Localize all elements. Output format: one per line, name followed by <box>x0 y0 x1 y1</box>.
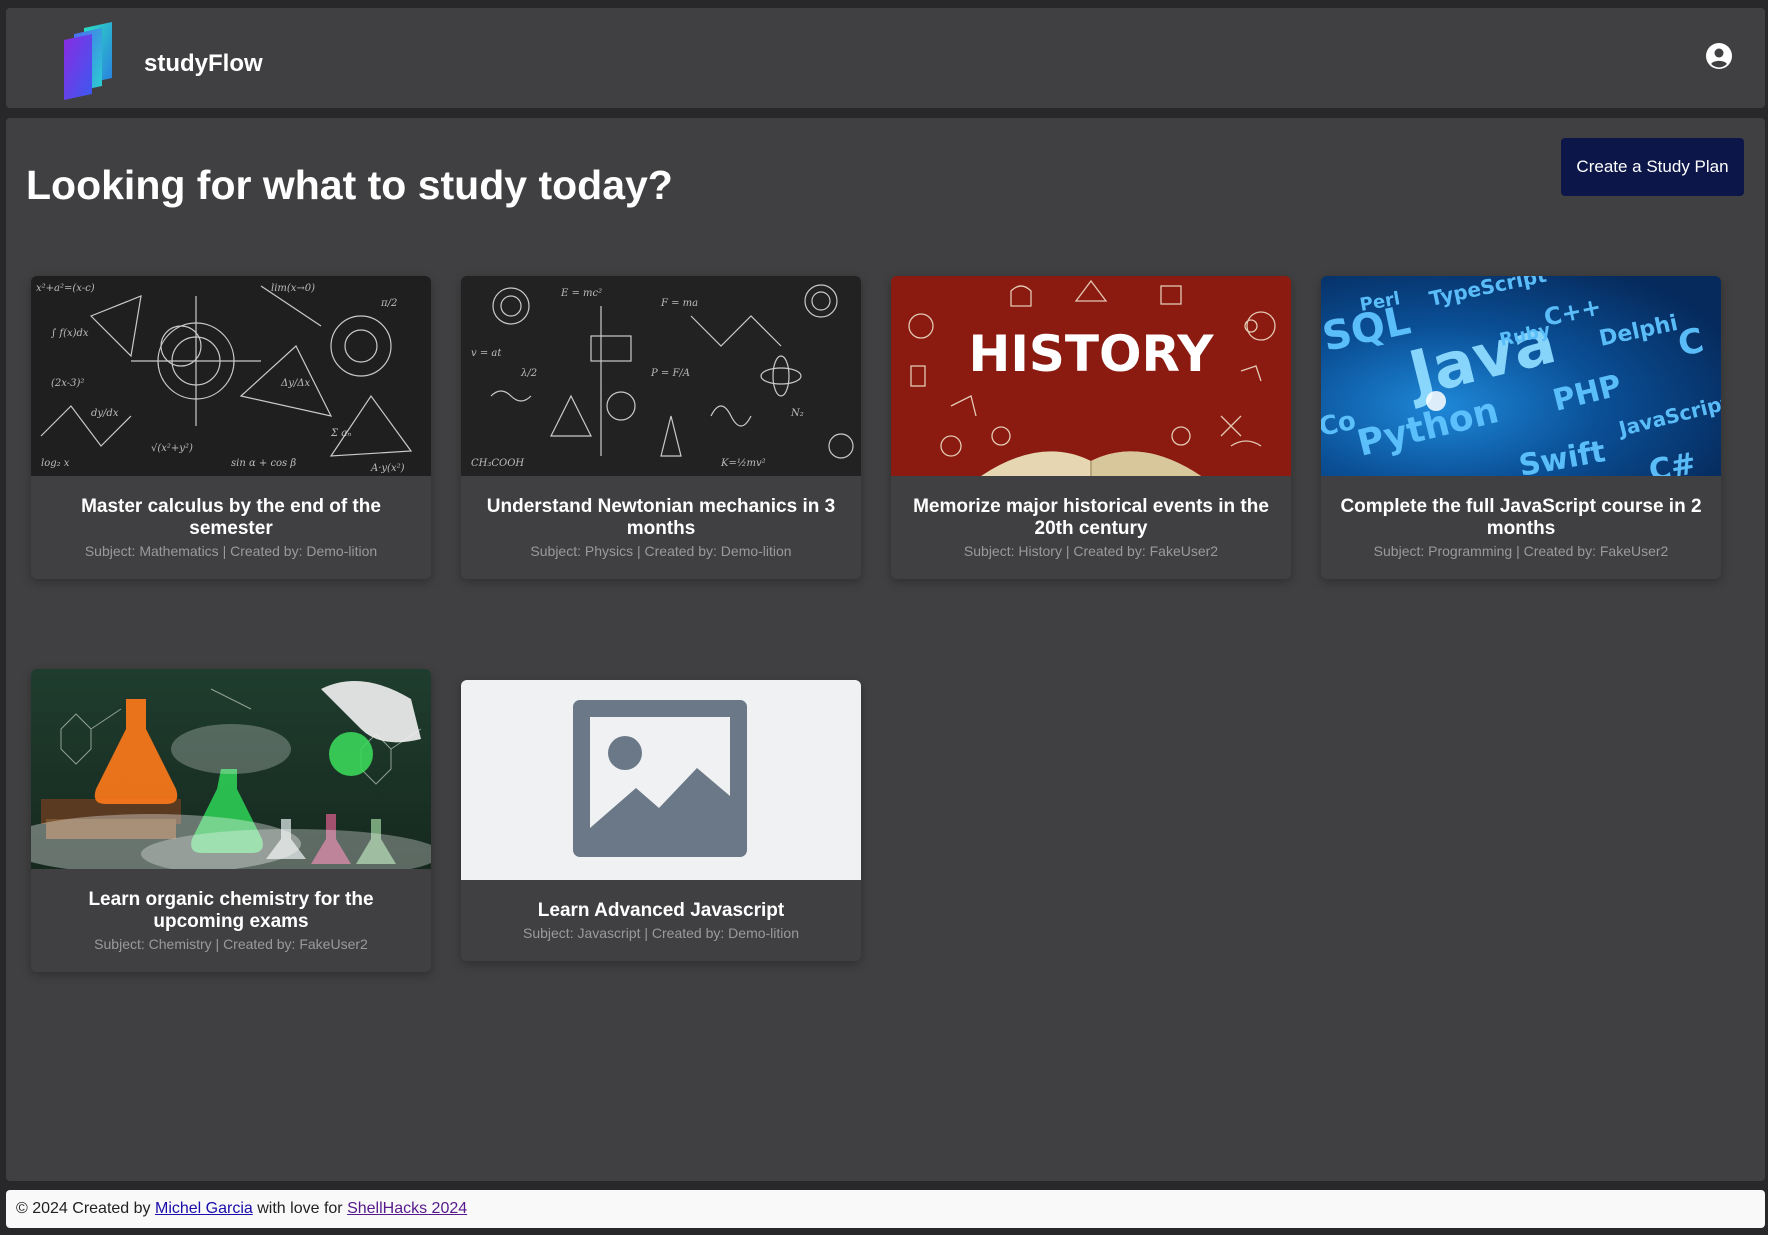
svg-text:π/2: π/2 <box>380 298 397 309</box>
footer: © 2024 Created by Michel Garcia with lov… <box>6 1190 1765 1228</box>
chemistry-flasks-smoke-image <box>31 669 431 869</box>
svg-text:λ/2: λ/2 <box>520 368 537 379</box>
book-logo-icon[interactable] <box>62 22 124 102</box>
svg-text:N₂: N₂ <box>790 408 804 419</box>
card-meta: Subject: History | Created by: FakeUser2 <box>963 543 1219 559</box>
svg-text:K=½mv²: K=½mv² <box>720 458 766 469</box>
study-plan-card[interactable]: Learn Advanced Javascript Subject: Javas… <box>461 680 861 961</box>
programming-languages-blue-image: SQL Java Python PHP Perl TypeScript C++ … <box>1321 276 1721 476</box>
study-plan-card[interactable]: SQL Java Python PHP Perl TypeScript C++ … <box>1321 276 1721 579</box>
svg-text:v = at: v = at <box>471 348 502 359</box>
image-placeholder-icon <box>461 680 861 880</box>
card-meta: Subject: Programming | Created by: FakeU… <box>1373 543 1669 559</box>
study-plan-card[interactable]: Learn organic chemistry for the upcoming… <box>31 669 431 972</box>
footer-middle: with love for <box>252 1200 348 1217</box>
svg-text:sin α + cos β: sin α + cos β <box>231 458 296 469</box>
svg-text:A·y(x²): A·y(x²) <box>370 463 405 474</box>
footer-text: © 2024 Created by Michel Garcia with lov… <box>16 1200 467 1218</box>
user-circle-icon[interactable] <box>1706 43 1732 69</box>
card-title: Memorize major historical events in the … <box>913 496 1269 539</box>
svg-text:Δy/Δx: Δy/Δx <box>280 378 310 389</box>
top-header: studyFlow <box>6 8 1765 108</box>
study-plan-card[interactable]: E = mc² F = ma v = at P = F/A K=½mv² CH₃COOH… <box>461 276 861 579</box>
footer-prefix: © 2024 Created by <box>16 1200 155 1217</box>
svg-text:CH₃COOH: CH₃COOH <box>471 458 524 469</box>
svg-text:(2x-3)²: (2x-3)² <box>51 378 84 389</box>
card-meta: Subject: Physics | Created by: Demo-liti… <box>530 543 792 559</box>
card-title: Understand Newtonian mechanics in 3 mont… <box>486 496 836 539</box>
card-title: Learn Advanced Javascript <box>537 900 785 921</box>
svg-text:Σ aₙ: Σ aₙ <box>330 428 351 439</box>
card-title: Complete the full JavaScript course in 2… <box>1340 496 1702 539</box>
card-meta: Subject: Javascript | Created by: Demo-l… <box>523 925 799 941</box>
card-title: Master calculus by the end of the semest… <box>81 496 381 539</box>
study-plan-card[interactable]: x²+a²=(x-c) lim(x→0) ∫ f(x)dx Δy/Δx (2x-3)²… <box>31 276 431 579</box>
author-link[interactable]: Michel Garcia <box>155 1200 253 1217</box>
study-plan-card[interactable]: HISTORY Memorize major historical events… <box>891 276 1291 579</box>
svg-text:dy/dx: dy/dx <box>91 408 119 419</box>
history-banner-book-image: HISTORY <box>891 276 1291 476</box>
event-link[interactable]: ShellHacks 2024 <box>347 1200 467 1217</box>
svg-text:P = F/A: P = F/A <box>650 368 690 379</box>
page-title: Looking for what to study today? <box>26 162 673 208</box>
svg-text:F = ma: F = ma <box>660 298 698 309</box>
svg-text:∫ f(x)dx: ∫ f(x)dx <box>51 328 89 339</box>
svg-text:E = mc²: E = mc² <box>560 288 602 299</box>
main-content: Looking for what to study today? Create … <box>6 118 1765 1181</box>
svg-text:√(x²+y²): √(x²+y²) <box>151 443 193 454</box>
chalkboard-science-doodles-image: E = mc² F = ma v = at P = F/A K=½mv² CH₃COOH… <box>461 276 861 476</box>
card-meta: Subject: Mathematics | Created by: Demo-… <box>84 543 378 559</box>
create-study-plan-button[interactable]: Create a Study Plan <box>1561 138 1744 196</box>
svg-text:x²+a²=(x-c): x²+a²=(x-c) <box>36 283 95 294</box>
card-meta: Subject: Chemistry | Created by: FakeUse… <box>94 936 368 952</box>
card-title: Learn organic chemistry for the upcoming… <box>88 889 374 932</box>
svg-text:lim(x→0): lim(x→0) <box>271 283 315 294</box>
app-name: studyFlow <box>144 50 263 77</box>
chalkboard-math-formulas-image: x²+a²=(x-c) lim(x→0) ∫ f(x)dx Δy/Δx (2x-3)²… <box>31 276 431 476</box>
svg-text:log₂ x: log₂ x <box>41 458 70 469</box>
history-banner-text: HISTORY <box>968 325 1214 383</box>
